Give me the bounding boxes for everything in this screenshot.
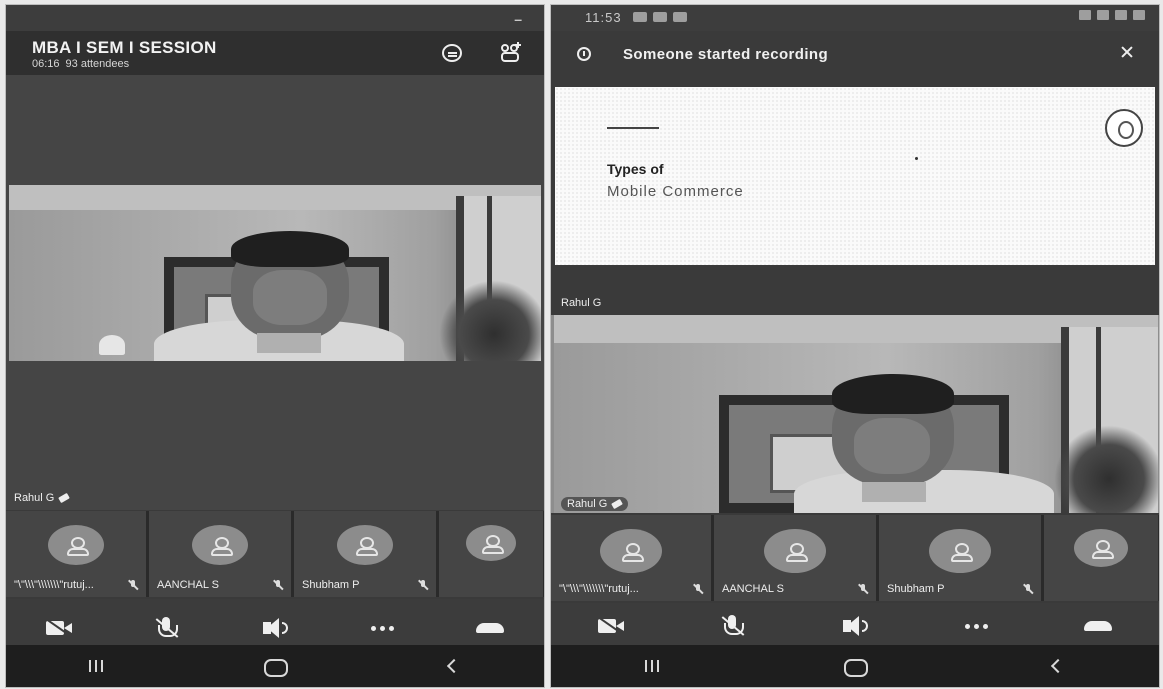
participant-name: Shubham P [887, 583, 945, 595]
slide-subtitle: Mobile Commerce [607, 183, 744, 200]
camera-off-icon[interactable] [42, 613, 78, 643]
mic-off-icon [1023, 584, 1033, 594]
status-time: 11:53 [585, 10, 622, 25]
left-phone-screen: – MBA I SEM I SESSION 06:16 93 attendees [5, 4, 545, 688]
person-icon [65, 537, 89, 556]
participant-tile[interactable] [439, 511, 543, 597]
person-icon [480, 535, 504, 554]
participant-tile[interactable]: AANCHAL S [714, 515, 876, 601]
participant-name: Shubham P [302, 579, 360, 591]
participant-tile[interactable]: "\"\\\"\\\\\\\"rutuj... [551, 515, 711, 601]
speaker-video [554, 315, 1158, 513]
mic-off-icon [128, 580, 138, 590]
avatar [600, 529, 662, 573]
avatar [929, 529, 991, 573]
participant-tile[interactable]: AANCHAL S [149, 511, 291, 597]
participant-name: "\"\\\"\\\\\\\"rutuj... [559, 583, 639, 595]
university-seal-logo [1105, 109, 1143, 147]
avatar [337, 525, 393, 565]
mic-off-icon [273, 580, 283, 590]
notification-icons [633, 12, 687, 22]
call-controls [551, 603, 1159, 649]
recording-message: Someone started recording [623, 46, 829, 63]
recents-icon[interactable] [76, 651, 116, 681]
meeting-title: MBA I SEM I SESSION [32, 38, 217, 57]
shared-slide: Types of Mobile Commerce [555, 87, 1155, 265]
slide-dot [915, 157, 918, 160]
speaker-icon[interactable] [257, 613, 293, 643]
android-nav-bar [6, 645, 544, 687]
status-indicator: – [514, 11, 522, 27]
hangup-icon[interactable] [472, 613, 508, 643]
mic-off-icon [858, 584, 868, 594]
back-icon[interactable] [1038, 651, 1078, 681]
mic-off-icon[interactable] [149, 613, 185, 643]
participant-name: AANCHAL S [157, 579, 219, 591]
mic-off-icon [693, 584, 703, 594]
slide-title: Types of [607, 161, 664, 177]
participant-name: "\"\\\"\\\\\\\"rutuj... [14, 579, 94, 591]
participant-strip: "\"\\\"\\\\\\\"rutuj... AANCHAL S Shubha… [6, 511, 544, 597]
meeting-header: MBA I SEM I SESSION 06:16 93 attendees [6, 31, 544, 75]
main-video-stage[interactable]: Rahul G [551, 315, 1159, 513]
participant-tile[interactable]: Shubham P [879, 515, 1041, 601]
right-phone-screen: 11:53 Someone started recording Types of… [550, 4, 1160, 688]
speaker-name: Rahul G [567, 498, 608, 510]
avatar [466, 525, 516, 561]
back-icon[interactable] [434, 651, 474, 681]
status-bar: 11:53 [551, 5, 1159, 31]
presenter-label: Rahul G [561, 297, 602, 309]
more-icon[interactable] [365, 613, 401, 643]
home-icon[interactable] [835, 651, 875, 681]
attendee-count: 93 attendees [65, 58, 130, 70]
signal-icons [1079, 10, 1145, 20]
person-icon [354, 537, 378, 556]
main-video-stage[interactable]: Rahul G [6, 75, 544, 510]
people-add-icon[interactable] [498, 41, 522, 65]
speaker-name-tag: Rahul G [14, 492, 71, 504]
participant-strip: "\"\\\"\\\\\\\"rutuj... AANCHAL S Shubha… [551, 515, 1159, 601]
speaker-video [9, 185, 541, 361]
avatar [48, 525, 104, 565]
person-icon [949, 543, 973, 562]
meeting-subtitle: 06:16 93 attendees [32, 58, 129, 70]
hangup-icon[interactable] [1080, 611, 1116, 641]
person-icon [1090, 540, 1114, 559]
close-icon[interactable] [1117, 43, 1137, 63]
more-icon[interactable] [959, 611, 995, 641]
chat-icon[interactable] [442, 44, 462, 62]
info-icon [577, 47, 591, 61]
meeting-duration: 06:16 [32, 58, 60, 70]
status-bar: – [6, 5, 544, 31]
pin-icon [611, 498, 624, 510]
android-nav-bar [551, 645, 1159, 687]
avatar [764, 529, 826, 573]
home-icon[interactable] [255, 651, 295, 681]
recents-icon[interactable] [632, 651, 672, 681]
person-icon [784, 543, 808, 562]
recording-banner: Someone started recording [551, 31, 1159, 79]
participant-tile[interactable]: "\"\\\"\\\\\\\"rutuj... [6, 511, 146, 597]
avatar [1074, 529, 1128, 567]
speaker-icon[interactable] [837, 611, 873, 641]
mic-off-icon [418, 580, 428, 590]
speaker-name-tag: Rahul G [561, 497, 629, 511]
camera-off-icon[interactable] [594, 611, 630, 641]
slide-divider [607, 127, 659, 129]
participant-tile[interactable]: Shubham P [294, 511, 436, 597]
pin-icon [58, 492, 71, 504]
participant-tile[interactable] [1044, 515, 1158, 601]
person-icon [209, 537, 233, 556]
avatar [192, 525, 248, 565]
person-icon [620, 543, 644, 562]
participant-name: AANCHAL S [722, 583, 784, 595]
mic-off-icon[interactable] [715, 611, 751, 641]
speaker-name: Rahul G [14, 492, 55, 504]
